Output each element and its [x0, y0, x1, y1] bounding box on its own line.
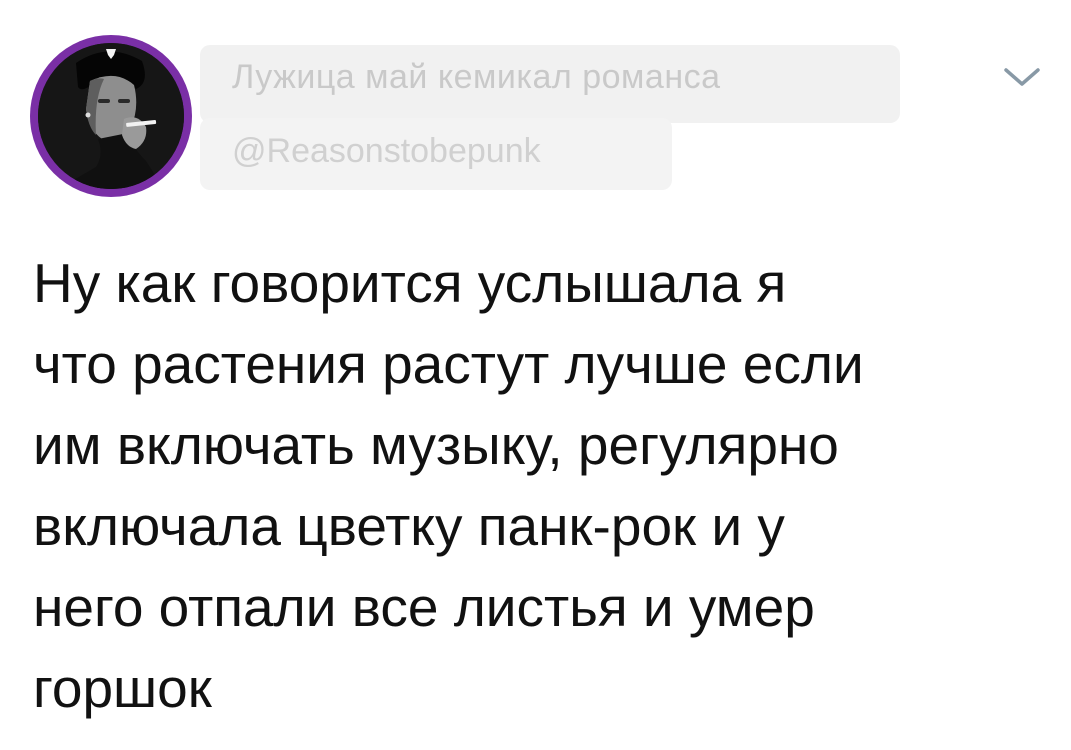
- tweet-card: Лужица май кемикал романса @Reasonstobep…: [0, 0, 1071, 750]
- tweet-text-line: включала цветку панк-рок и у: [33, 495, 785, 557]
- chevron-down-icon[interactable]: [1000, 62, 1044, 92]
- tweet-text-line: что растения растут лучше если: [33, 333, 864, 395]
- tweet-text-line: Ну как говорится услышала я: [33, 252, 787, 314]
- avatar-image: [38, 43, 184, 189]
- tweet-text: Ну как говорится услышала я что растения…: [33, 243, 1043, 729]
- tweet-text-line: него отпали все листья и умер: [33, 576, 815, 638]
- tweet-text-line: им включать музыку, регулярно: [33, 414, 839, 476]
- author-handle[interactable]: @Reasonstobepunk: [232, 132, 541, 171]
- tweet-text-line: горшок: [33, 657, 212, 719]
- author-display-name[interactable]: Лужица май кемикал романса: [232, 58, 721, 97]
- avatar-photo: [38, 43, 184, 189]
- avatar[interactable]: [30, 35, 192, 197]
